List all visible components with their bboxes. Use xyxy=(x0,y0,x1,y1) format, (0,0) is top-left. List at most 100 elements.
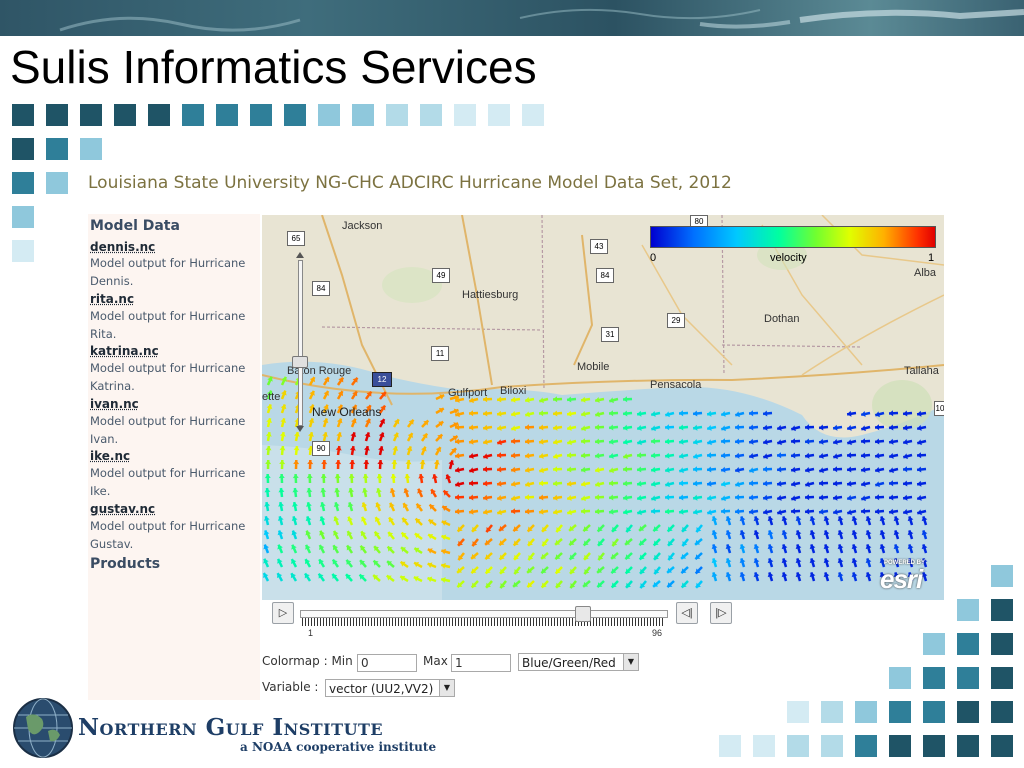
zoom-out-arrow-icon[interactable] xyxy=(296,426,304,432)
vector-arrow xyxy=(552,396,563,403)
sidebar-desc-ike: Model output for Hurricane Ike. xyxy=(90,466,246,498)
vector-arrow xyxy=(346,530,354,540)
vector-arrow xyxy=(706,509,717,516)
vector-arrow xyxy=(320,487,327,498)
vector-arrow xyxy=(711,572,718,582)
vector-arrow xyxy=(265,459,272,470)
vector-arrow xyxy=(650,438,661,445)
vector-arrow xyxy=(322,431,329,442)
min-input[interactable]: 0 xyxy=(357,654,417,672)
vector-arrow xyxy=(454,452,465,459)
vector-arrow xyxy=(888,467,899,474)
vector-arrow xyxy=(818,494,829,501)
sidebar-desc-gustav: Model output for Hurricane Gustav. xyxy=(90,519,246,551)
time-slider-thumb[interactable] xyxy=(575,606,592,622)
vector-arrow xyxy=(610,580,619,589)
vector-arrow xyxy=(322,418,329,428)
vector-arrow xyxy=(711,558,718,568)
time-slider-track[interactable] xyxy=(300,610,668,618)
vector-arrow xyxy=(832,494,843,501)
legend-max: 1 xyxy=(928,252,935,264)
vector-arrow xyxy=(580,425,591,432)
vector-arrow xyxy=(347,502,354,512)
legend-min: 0 xyxy=(650,252,657,264)
vector-arrow xyxy=(468,453,479,459)
vector-arrow xyxy=(280,417,287,428)
vector-arrow xyxy=(706,410,717,417)
colormap-select[interactable]: Blue/Green/Red ▼ xyxy=(518,653,639,671)
vector-arrow xyxy=(345,559,353,568)
vector-arrow xyxy=(378,418,386,428)
vector-arrow xyxy=(391,459,398,470)
products-title[interactable]: Products xyxy=(90,556,160,572)
vector-arrow xyxy=(392,418,400,428)
vector-arrow xyxy=(552,466,563,473)
vector-arrow xyxy=(538,508,549,515)
vector-arrow xyxy=(377,459,384,470)
vector-arrow xyxy=(568,552,577,561)
vector-arrow xyxy=(317,572,326,582)
sidebar-link-ike[interactable]: ike.nc xyxy=(90,449,130,463)
vector-arrow xyxy=(837,516,844,526)
vector-arrow xyxy=(440,577,451,583)
vector-arrow xyxy=(720,466,731,473)
vector-arrow xyxy=(566,425,577,431)
sidebar-link-dennis[interactable]: dennis.nc xyxy=(90,240,155,254)
vector-arrow xyxy=(608,438,619,445)
sidebar-link-katrina[interactable]: katrina.nc xyxy=(90,344,159,358)
vector-arrow xyxy=(804,481,815,488)
vector-arrow xyxy=(748,480,759,487)
place-tallahassee: Tallaha xyxy=(904,365,939,377)
vector-arrow xyxy=(790,452,801,459)
vector-arrow xyxy=(804,424,815,431)
time-start-label: 1 xyxy=(308,628,314,638)
max-input[interactable]: 1 xyxy=(451,654,511,672)
vector-arrow xyxy=(552,453,563,460)
vector-arrow xyxy=(832,453,843,460)
place-gulfport: Gulfport xyxy=(448,387,488,399)
vector-arrow xyxy=(678,480,689,487)
vector-arrow xyxy=(795,544,802,554)
vector-arrow xyxy=(266,404,273,414)
vector-arrow xyxy=(582,524,591,533)
sidebar-link-ivan[interactable]: ivan.nc xyxy=(90,397,139,411)
vector-arrow xyxy=(706,480,717,487)
vector-arrow xyxy=(468,494,479,501)
step-back-button[interactable]: ◁| xyxy=(676,602,698,624)
vector-arrow xyxy=(809,572,816,582)
vector-arrow xyxy=(510,466,521,473)
place-jackson: Jackson xyxy=(342,220,383,232)
zoom-slider-thumb[interactable] xyxy=(292,356,308,368)
vector-arrow xyxy=(470,566,479,575)
vector-arrow xyxy=(860,425,871,432)
vector-arrow xyxy=(725,558,732,568)
vector-arrow xyxy=(837,558,844,568)
vector-arrow xyxy=(361,516,368,526)
zoom-slider[interactable] xyxy=(292,252,308,432)
zoom-in-arrow-icon[interactable] xyxy=(296,252,304,258)
vector-arrow xyxy=(392,445,399,456)
top-banner xyxy=(0,0,1024,36)
sidebar-link-rita[interactable]: rita.nc xyxy=(90,292,134,306)
vector-arrow xyxy=(711,530,718,540)
variable-select[interactable]: vector (UU2,VV2) ▼ xyxy=(325,679,455,697)
vector-arrow xyxy=(790,466,801,473)
sidebar-link-gustav[interactable]: gustav.nc xyxy=(90,502,155,516)
vector-arrow xyxy=(484,538,493,546)
vector-arrow xyxy=(265,445,272,456)
vector-arrow xyxy=(823,572,830,582)
vector-arrow xyxy=(496,466,507,473)
vector-arrow xyxy=(748,508,759,515)
vector-arrow xyxy=(304,572,312,582)
play-button[interactable]: ▷ xyxy=(272,602,294,624)
vector-arrow xyxy=(790,425,801,432)
vector-arrow xyxy=(624,552,633,561)
vector-arrow xyxy=(652,524,661,533)
step-forward-button[interactable]: |▷ xyxy=(710,602,732,624)
vector-arrow xyxy=(664,508,675,515)
vector-arrow xyxy=(781,516,788,526)
vector-arrow xyxy=(468,467,479,474)
vector-arrow xyxy=(795,516,802,526)
vector-arrow xyxy=(846,425,857,431)
vector-arrow xyxy=(837,572,844,582)
